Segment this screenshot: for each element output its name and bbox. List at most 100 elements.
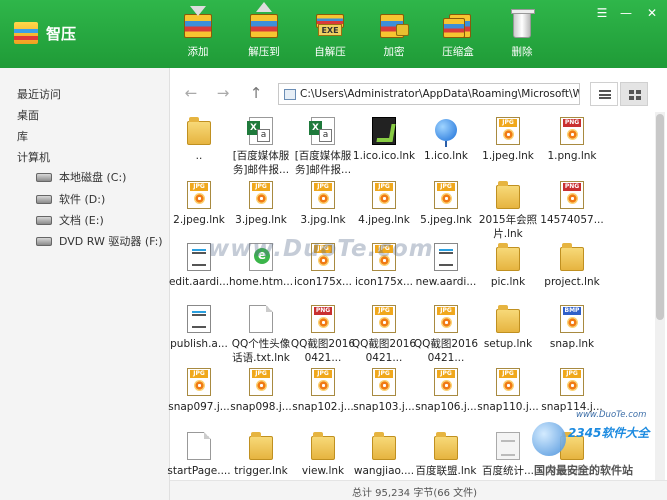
sidebar: 最近访问 桌面 库 计算机 本地磁盘 (C:) 软件 (D:) 文档 (E:) … <box>0 68 170 500</box>
file-item[interactable]: snap098.j... <box>229 368 293 432</box>
text-file-icon <box>496 432 520 460</box>
file-name: .. <box>195 150 203 162</box>
file-item[interactable]: [百度媒体服务]邮件报... <box>229 117 293 181</box>
hard-drive-icon <box>36 215 52 225</box>
png-image-icon <box>311 305 335 333</box>
file-item[interactable]: snap.lnk <box>540 305 604 369</box>
jpg-image-icon <box>249 368 273 396</box>
folder-icon <box>496 181 520 209</box>
status-bar: 总计 95,234 字节(66 文件) <box>170 480 667 500</box>
file-item[interactable]: snap102.j... <box>291 368 355 432</box>
forward-arrow-icon[interactable]: → <box>214 84 232 102</box>
minimize-icon[interactable]: — <box>618 6 634 20</box>
folder-icon <box>187 117 211 145</box>
file-item[interactable]: snap103.j... <box>352 368 416 432</box>
sidebar-item-computer[interactable]: 计算机 <box>17 149 50 165</box>
file-name: snap103.j... <box>353 401 415 413</box>
sfx-button[interactable]: EXE 自解压 <box>302 6 358 64</box>
jpg-image-icon <box>249 181 273 209</box>
drive-label: 文档 (E:) <box>59 214 104 227</box>
site-slogan: 国内最安全的软件站 <box>534 464 633 477</box>
file-item[interactable]: 14574057... <box>540 181 604 245</box>
file-item[interactable]: QQ截图20160421... <box>352 305 416 369</box>
file-name: snap106.j... <box>415 401 477 413</box>
close-icon[interactable]: ✕ <box>644 6 660 20</box>
sidebar-drive-e[interactable]: 文档 (E:) <box>36 212 104 228</box>
sidebar-item-desktop[interactable]: 桌面 <box>17 107 39 123</box>
file-item[interactable]: [百度媒体服务]邮件报... <box>291 117 355 181</box>
file-name: 1.png.lnk <box>547 150 597 162</box>
extract-to-button[interactable]: 解压到 <box>236 2 292 64</box>
file-item[interactable]: 2015年会照片.lnk <box>476 181 540 245</box>
file-item[interactable]: 1.ico.lnk <box>414 117 478 181</box>
file-name: 4.jpeg.lnk <box>358 214 410 226</box>
file-item[interactable]: publish.a... <box>167 305 231 369</box>
sfx-button-label: 自解压 <box>314 46 346 58</box>
folder-icon <box>311 432 335 460</box>
list-view-button[interactable] <box>590 82 618 106</box>
file-item[interactable]: 1.jpeg.lnk <box>476 117 540 181</box>
encrypt-button[interactable]: 加密 <box>366 6 422 64</box>
site-logo-icon <box>532 422 566 456</box>
file-name: 3.jpg.lnk <box>300 214 346 226</box>
file-name: 14574057... <box>540 214 604 226</box>
file-name: icon175x... <box>354 276 414 288</box>
file-name: snap.lnk <box>549 338 595 350</box>
sidebar-item-recent[interactable]: 最近访问 <box>17 86 61 102</box>
jpg-image-icon <box>434 368 458 396</box>
sidebar-drive-c[interactable]: 本地磁盘 (C:) <box>36 169 126 185</box>
delete-button-label: 删除 <box>511 46 533 58</box>
back-arrow-icon[interactable]: ← <box>182 84 200 102</box>
sidebar-drive-f[interactable]: DVD RW 驱动器 (F:) <box>36 233 163 249</box>
file-item[interactable]: QQ个性头像话语.txt.lnk <box>229 305 293 369</box>
file-item[interactable]: QQ截图20160421... <box>291 305 355 369</box>
file-name: home.htm... <box>228 276 294 288</box>
jpg-image-icon <box>311 368 335 396</box>
document-icon <box>434 243 458 271</box>
file-item[interactable]: QQ截图20160421... <box>414 305 478 369</box>
encrypt-button-label: 加密 <box>383 46 405 58</box>
delete-button[interactable]: 删除 <box>494 6 550 64</box>
file-item[interactable]: project.lnk <box>540 243 604 307</box>
file-item[interactable]: snap097.j... <box>167 368 231 432</box>
jpg-image-icon <box>187 368 211 396</box>
top-toolbar: 智压 添加 解压到 EXE 自解压 加密 压缩盒 删除 ☰ — ✕ <box>0 0 667 68</box>
file-name: view.lnk <box>301 465 345 477</box>
file-item[interactable]: 1.ico.ico.lnk <box>352 117 416 181</box>
file-name: QQ截图20160421... <box>413 338 479 364</box>
file-name: startPage.... <box>167 465 231 477</box>
jpg-image-icon <box>372 368 396 396</box>
file-item[interactable]: snap106.j... <box>414 368 478 432</box>
scrollbar-thumb[interactable] <box>656 114 664 320</box>
grid-view-icon <box>629 90 641 100</box>
dvd-drive-icon <box>36 236 52 246</box>
menu-icon[interactable]: ☰ <box>594 6 610 20</box>
jpg-image-icon <box>434 305 458 333</box>
file-name: 2.jpeg.lnk <box>173 214 225 226</box>
compress-box-button[interactable]: 压缩盒 <box>430 6 486 64</box>
app-logo-icon <box>14 22 38 44</box>
file-name: QQ个性头像话语.txt.lnk <box>231 338 291 364</box>
file-name: project.lnk <box>544 276 600 288</box>
file-name: setup.lnk <box>483 338 533 350</box>
drive-label: DVD RW 驱动器 (F:) <box>59 235 163 248</box>
file-item[interactable]: .. <box>167 117 231 181</box>
file-item[interactable]: setup.lnk <box>476 305 540 369</box>
file-item[interactable]: pic.lnk <box>476 243 540 307</box>
jpg-image-icon <box>187 181 211 209</box>
add-archive-icon <box>181 6 215 40</box>
file-name: edit.aardi... <box>168 276 230 288</box>
sfx-exe-icon: EXE <box>313 8 347 40</box>
list-view-icon <box>599 90 611 99</box>
sidebar-item-library[interactable]: 库 <box>17 128 28 144</box>
hard-drive-icon <box>36 194 52 204</box>
grid-view-button[interactable] <box>620 82 648 106</box>
file-name: 2015年会照片.lnk <box>478 214 538 240</box>
path-input[interactable]: C:\Users\Administrator\AppData\Roaming\M… <box>278 83 580 105</box>
sidebar-drive-d[interactable]: 软件 (D:) <box>36 191 105 207</box>
add-button[interactable]: 添加 <box>170 6 226 64</box>
file-item[interactable]: 1.png.lnk <box>540 117 604 181</box>
document-icon <box>187 305 211 333</box>
compress-box-button-label: 压缩盒 <box>442 46 474 58</box>
up-arrow-icon[interactable]: ↑ <box>247 84 265 102</box>
